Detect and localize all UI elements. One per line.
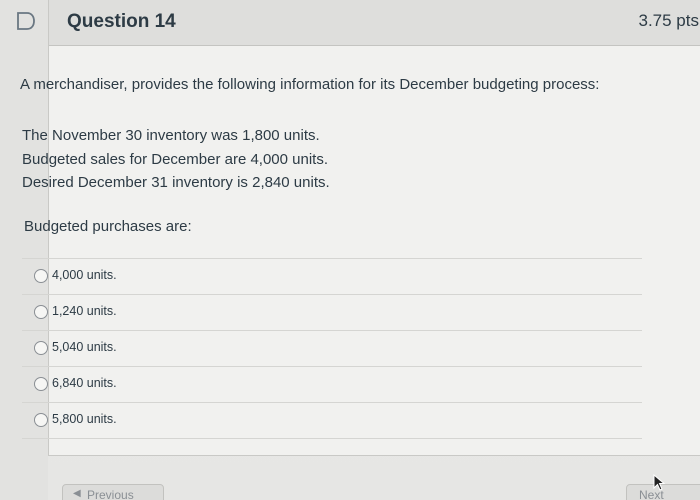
answer-label[interactable]: 6,840 units.	[52, 376, 117, 390]
answer-label[interactable]: 4,000 units.	[52, 268, 117, 282]
question-ask: Budgeted purchases are:	[24, 218, 192, 235]
triangle-left-icon: ◀	[73, 488, 81, 499]
previous-label: Previous	[87, 488, 134, 500]
radio-button[interactable]	[34, 305, 48, 319]
answer-label[interactable]: 5,800 units.	[52, 412, 117, 426]
radio-button[interactable]	[34, 377, 48, 391]
fact-line: Budgeted sales for December are 4,000 un…	[22, 150, 329, 168]
radio-button[interactable]	[34, 413, 48, 427]
flag-icon[interactable]	[15, 11, 37, 31]
question-header: Question 14 3.75 pts	[49, 0, 700, 46]
answer-label[interactable]: 5,040 units.	[52, 340, 117, 354]
mouse-pointer-icon	[653, 474, 666, 491]
question-prompt: A merchandiser, provides the following i…	[20, 76, 600, 93]
answer-option[interactable]: 5,800 units.	[22, 402, 642, 439]
question-facts: The November 30 inventory was 1,800 unit…	[22, 124, 330, 195]
quiz-page: Question 14 3.75 pts A merchandiser, pro…	[0, 0, 700, 500]
fact-line: The November 30 inventory was 1,800 unit…	[22, 127, 320, 144]
radio-button[interactable]	[34, 341, 48, 355]
answer-list: 4,000 units. 1,240 units. 5,040 units. 6…	[22, 258, 642, 439]
question-points: 3.75 pts	[638, 11, 700, 30]
radio-button[interactable]	[34, 269, 48, 283]
fact-line: Desired December 31 inventory is 2,840 u…	[22, 174, 330, 191]
answer-option[interactable]: 4,000 units.	[22, 258, 642, 294]
answer-option[interactable]: 1,240 units.	[22, 294, 642, 330]
answer-option[interactable]: 5,040 units.	[22, 330, 642, 366]
question-title: Question 14	[67, 11, 176, 32]
answer-label[interactable]: 1,240 units.	[52, 304, 117, 318]
previous-button[interactable]: ◀ Previous	[62, 484, 164, 500]
answer-option[interactable]: 6,840 units.	[22, 366, 642, 402]
